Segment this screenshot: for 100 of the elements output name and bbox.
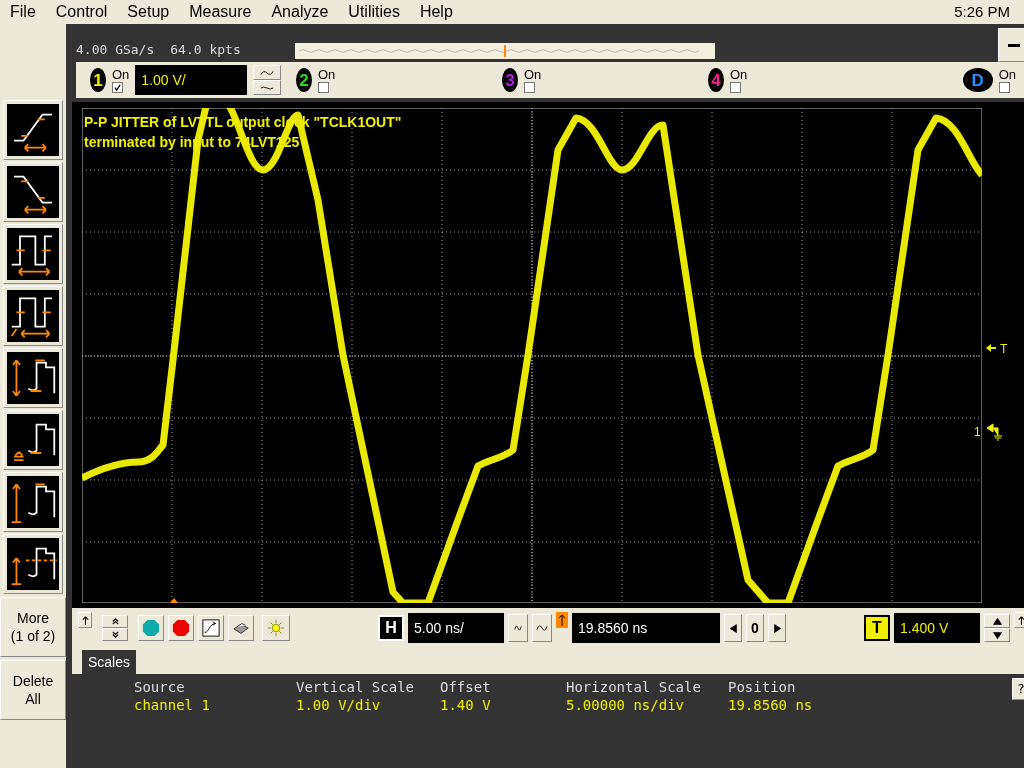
- vertical-scale-field[interactable]: 1.00 V/: [135, 65, 248, 95]
- on-label: On: [112, 67, 130, 82]
- menu-item[interactable]: Help: [419, 0, 453, 24]
- channel-checkbox[interactable]: [730, 81, 741, 93]
- sample-rate-text: 4.00 GSa/s: [76, 40, 155, 59]
- side-button[interactable]: Delete All: [0, 660, 66, 720]
- coarse-button[interactable]: [532, 614, 552, 642]
- run-button[interactable]: [138, 615, 164, 641]
- channel-checkbox[interactable]: [318, 81, 329, 93]
- right-button[interactable]: [768, 614, 786, 642]
- channel-checkbox[interactable]: [112, 81, 123, 93]
- frequency-icon: [7, 290, 59, 342]
- measurement-button[interactable]: [3, 162, 63, 222]
- table-cell-text: 1.40 V: [440, 696, 492, 714]
- channel-badge[interactable]: D: [962, 68, 993, 92]
- delay-zero-button[interactable]: 0: [746, 614, 764, 642]
- delay-reference-icon: [556, 612, 568, 628]
- side-button[interactable]: More (1 of 2): [0, 597, 66, 657]
- horizontal-position-field[interactable]: 19.8560 ns: [572, 613, 720, 643]
- top-level-icon: [7, 476, 59, 528]
- memory-depth-text: 64.0 kpts: [170, 40, 241, 59]
- brightness-button[interactable]: [262, 615, 290, 641]
- check-icon: [114, 83, 121, 91]
- minimize-icon: [1008, 43, 1020, 47]
- stop-icon: [172, 619, 190, 637]
- measurement-button[interactable]: [3, 534, 63, 594]
- channel-marker-text: 1: [974, 424, 981, 441]
- menu-item[interactable]: Control: [55, 0, 108, 24]
- scale-down-button[interactable]: [253, 80, 282, 95]
- overshoot-icon: [7, 538, 59, 590]
- trigger-level-field[interactable]: 1.400 V: [894, 613, 980, 643]
- menu-item[interactable]: Measure: [189, 0, 252, 24]
- trigger-marker-text: T: [1000, 341, 1008, 358]
- on-label: On: [998, 67, 1016, 82]
- clock-text: 5:26 PM: [954, 1, 1010, 22]
- channel-number: D: [971, 71, 984, 89]
- on-label: On: [524, 67, 542, 82]
- column-header: Vertical Scale: [296, 678, 415, 696]
- menu-item[interactable]: Utilities: [348, 0, 400, 24]
- column-header: Position: [728, 678, 797, 696]
- help-button[interactable]: ?: [1012, 678, 1024, 700]
- triangle-left-icon: [728, 623, 738, 633]
- arrow-up-icon: [80, 615, 90, 625]
- triangle-up-icon: [992, 616, 1002, 626]
- up-button[interactable]: [102, 615, 128, 628]
- table-cell-text: 19.8560 ns: [728, 696, 814, 714]
- amplitude-icon: [7, 352, 59, 404]
- scroll-up-button[interactable]: [78, 612, 92, 628]
- arrow-left-icon: [986, 343, 996, 353]
- table-cell-text: 1.00 V/div: [296, 696, 382, 714]
- measurement-button[interactable]: [3, 348, 63, 408]
- triangle-right-icon: [772, 623, 782, 633]
- level-up-button[interactable]: [984, 614, 1010, 628]
- on-label: On: [730, 67, 748, 82]
- left-button[interactable]: [724, 614, 742, 642]
- fine-button[interactable]: [508, 614, 528, 642]
- octagon-icon: [142, 619, 160, 637]
- measurement-button[interactable]: [3, 100, 63, 160]
- chevron-up-icon: [110, 617, 120, 626]
- column-header: Horizontal Scale: [566, 678, 702, 696]
- scroll-up-button[interactable]: [1014, 612, 1024, 628]
- fall-time-icon: [7, 166, 59, 218]
- arrow-up-icon: [1016, 615, 1024, 625]
- chevron-down-icon: [110, 630, 120, 639]
- horizontal-key[interactable]: H: [378, 615, 404, 641]
- stop-button[interactable]: [168, 615, 194, 641]
- print-button[interactable]: [228, 615, 254, 641]
- measurement-button[interactable]: [3, 286, 63, 346]
- table-cell-text: channel 1: [134, 696, 211, 714]
- channel-checkbox[interactable]: [998, 81, 1010, 93]
- menu-item[interactable]: File: [10, 0, 36, 24]
- scale-up-button[interactable]: [253, 65, 282, 80]
- ground-arrow-icon: [986, 423, 1002, 441]
- level-down-button[interactable]: [984, 628, 1010, 642]
- channel-checkbox[interactable]: [524, 81, 535, 93]
- trigger-key[interactable]: T: [864, 615, 890, 641]
- base-level-icon: [7, 414, 59, 466]
- wave-icon: [260, 68, 275, 77]
- single-trace-icon: [202, 619, 220, 637]
- minimize-button[interactable]: [998, 28, 1024, 62]
- menu-item[interactable]: Analyze: [271, 0, 329, 24]
- wave-icon: [514, 622, 522, 634]
- wave-icon: [260, 83, 275, 92]
- horizontal-scale-field[interactable]: 5.00 ns/: [408, 613, 504, 643]
- on-label: On: [318, 67, 336, 82]
- period-icon: [7, 228, 59, 280]
- sun-icon: [267, 619, 285, 637]
- tab[interactable]: Scales: [82, 650, 137, 674]
- triangle-down-icon: [992, 630, 1002, 640]
- measurement-button[interactable]: [3, 410, 63, 470]
- single-button[interactable]: [198, 615, 224, 641]
- measurement-button[interactable]: [3, 472, 63, 532]
- down-button[interactable]: [102, 628, 128, 641]
- wave-icon: [536, 622, 548, 634]
- column-header: Offset: [440, 678, 492, 696]
- rise-time-icon: [7, 104, 59, 156]
- menu-item[interactable]: Setup: [127, 0, 170, 24]
- column-header: Source: [134, 678, 186, 696]
- table-cell-text: 5.00000 ns/div: [566, 696, 685, 714]
- measurement-button[interactable]: [3, 224, 63, 284]
